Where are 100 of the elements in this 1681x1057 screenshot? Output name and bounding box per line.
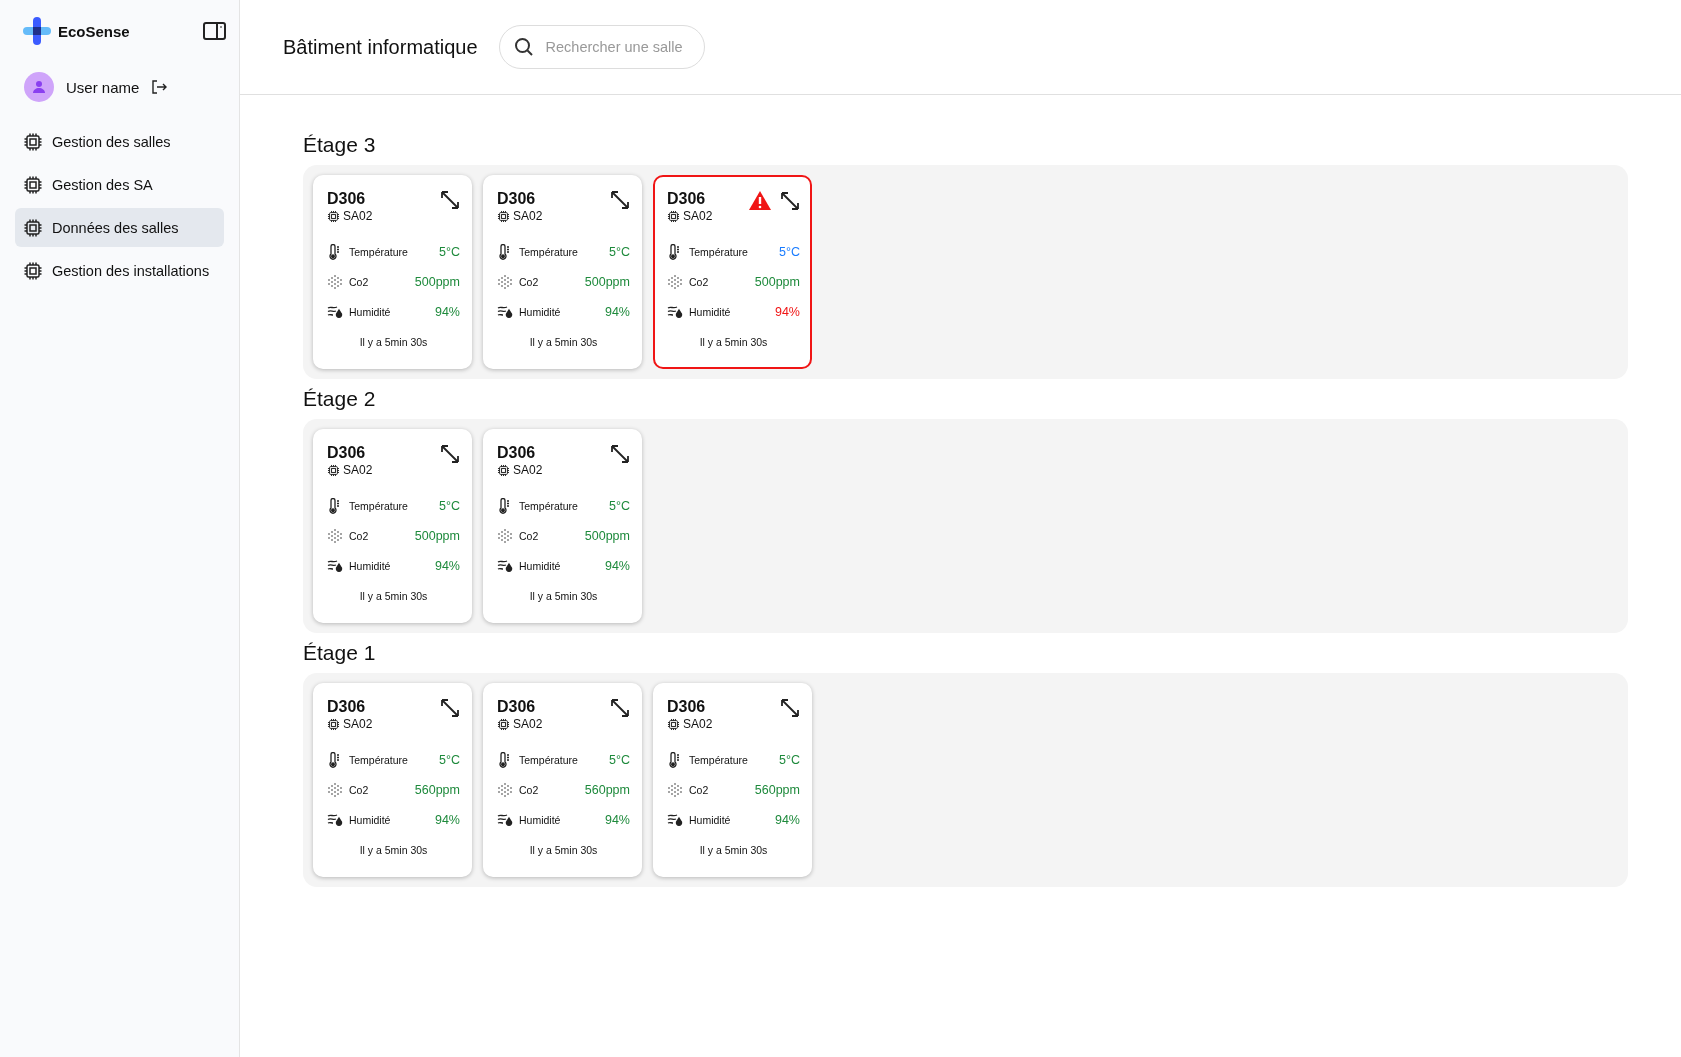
updated-time: Il y a 5min 30s	[358, 336, 429, 348]
metric-value: 5°C	[609, 753, 630, 767]
chip-icon	[667, 717, 680, 731]
metric-value: 560ppm	[584, 783, 630, 797]
metric-label: Humidité	[519, 306, 561, 318]
room-card[interactable]: D306 SA02 Température 5°C Co2 560ppm Humidité 94% Il y a 5min 30s	[653, 683, 812, 877]
metric-label: Température	[519, 754, 578, 766]
chip-icon	[497, 209, 510, 223]
dots-icon	[667, 782, 683, 798]
chip-icon	[23, 174, 43, 195]
dots-icon	[327, 782, 343, 798]
expand-icon[interactable]	[440, 190, 460, 210]
sidebar-toggle-icon[interactable]	[203, 22, 226, 40]
expand-icon[interactable]	[610, 190, 630, 210]
chip-icon	[667, 209, 680, 223]
metric-value: 500ppm	[414, 529, 460, 543]
room-card[interactable]: D306 SA02 Température 5°C Co2 500ppm Humidité 94% Il y a 5min 30s	[483, 429, 642, 623]
chip-icon	[497, 717, 510, 731]
metric-label: Co2	[519, 784, 539, 796]
metric-value: 94%	[774, 813, 800, 827]
room-card[interactable]: D306 SA02 Température 5°C Co2 500ppm Humidité 94% Il y a 5min 30s	[313, 429, 472, 623]
room-name: D306	[327, 190, 367, 208]
updated-time: Il y a 5min 30s	[528, 844, 599, 856]
floor-title: Étage 3	[303, 133, 377, 157]
metric-label: Humidité	[349, 814, 391, 826]
nav-item[interactable]: Gestion des installations	[15, 251, 224, 290]
expand-icon[interactable]	[610, 698, 630, 718]
logout-icon[interactable]	[151, 79, 168, 95]
dots-icon	[327, 528, 343, 544]
room-name: D306	[327, 698, 367, 716]
room-card[interactable]: D306 SA02 Température 5°C Co2 500ppm Humidité 94% Il y a 5min 30s	[653, 175, 812, 369]
metric-label: Co2	[349, 530, 369, 542]
sensor-name: SA02	[683, 209, 713, 223]
sensor-name: SA02	[343, 717, 373, 731]
nav-item[interactable]: Gestion des salles	[15, 122, 224, 161]
metric-label: Humidité	[689, 306, 731, 318]
sensor-name: SA02	[343, 463, 373, 477]
metric-value: 94%	[434, 813, 460, 827]
dots-icon	[497, 782, 513, 798]
expand-icon[interactable]	[780, 190, 800, 211]
sensor-name: SA02	[683, 717, 713, 731]
room-name: D306	[327, 444, 367, 462]
floor-title: Étage 2	[303, 387, 377, 411]
dots-icon	[497, 274, 513, 290]
room-card[interactable]: D306 SA02 Température 5°C Co2 560ppm Humidité 94% Il y a 5min 30s	[483, 683, 642, 877]
metric-value: 94%	[774, 305, 800, 319]
updated-time: Il y a 5min 30s	[358, 844, 429, 856]
room-name: D306	[497, 444, 537, 462]
metric-value: 5°C	[609, 245, 630, 259]
room-name: D306	[667, 190, 707, 208]
chip-icon	[327, 463, 340, 477]
metric-value: 94%	[604, 305, 630, 319]
updated-time: Il y a 5min 30s	[358, 590, 429, 602]
metric-value: 500ppm	[584, 529, 630, 543]
metric-label: Humidité	[349, 306, 391, 318]
expand-icon[interactable]	[780, 698, 800, 718]
expand-icon[interactable]	[610, 444, 630, 464]
room-card[interactable]: D306 SA02 Température 5°C Co2 500ppm Humidité 94% Il y a 5min 30s	[483, 175, 642, 369]
metric-label: Humidité	[689, 814, 731, 826]
metric-label: Co2	[689, 784, 709, 796]
room-card[interactable]: D306 SA02 Température 5°C Co2 560ppm Humidité 94% Il y a 5min 30s	[313, 683, 472, 877]
chip-icon	[23, 260, 43, 281]
metric-label: Température	[349, 500, 408, 512]
metric-label: Humidité	[349, 560, 391, 572]
updated-time: Il y a 5min 30s	[698, 844, 769, 856]
nav-item[interactable]: Données des salles	[15, 208, 224, 247]
metric-label: Co2	[519, 530, 539, 542]
expand-icon[interactable]	[440, 698, 460, 718]
metric-value: 94%	[604, 559, 630, 573]
metric-label: Température	[349, 246, 408, 258]
metric-label: Co2	[349, 276, 369, 288]
app-name: EcoSense	[58, 22, 130, 40]
search-field[interactable]: Rechercher une salle	[498, 25, 705, 69]
warning-icon	[748, 190, 772, 211]
room-card[interactable]: D306 SA02 Température 5°C Co2 500ppm Humidité 94% Il y a 5min 30s	[313, 175, 472, 369]
metric-value: 500ppm	[754, 275, 800, 289]
chip-icon	[23, 217, 43, 238]
updated-time: Il y a 5min 30s	[698, 336, 769, 348]
metric-value: 5°C	[779, 245, 800, 259]
wind-drop-icon	[497, 559, 514, 573]
room-name: D306	[667, 698, 707, 716]
metric-label: Co2	[519, 276, 539, 288]
metric-value: 5°C	[609, 499, 630, 513]
metric-label: Co2	[349, 784, 369, 796]
room-name: D306	[497, 698, 537, 716]
wind-drop-icon	[327, 813, 344, 827]
wind-drop-icon	[327, 305, 344, 319]
sensor-name: SA02	[513, 209, 543, 223]
room-name: D306	[497, 190, 537, 208]
thermometer-icon	[667, 244, 681, 260]
user-name: User name	[66, 78, 140, 96]
metric-value: 500ppm	[414, 275, 460, 289]
nav-item[interactable]: Gestion des SA	[15, 165, 224, 204]
dots-icon	[667, 274, 683, 290]
wind-drop-icon	[327, 559, 344, 573]
expand-icon[interactable]	[440, 444, 460, 464]
metric-label: Température	[689, 754, 748, 766]
chip-icon	[327, 717, 340, 731]
updated-time: Il y a 5min 30s	[528, 336, 599, 348]
metric-value: 94%	[604, 813, 630, 827]
